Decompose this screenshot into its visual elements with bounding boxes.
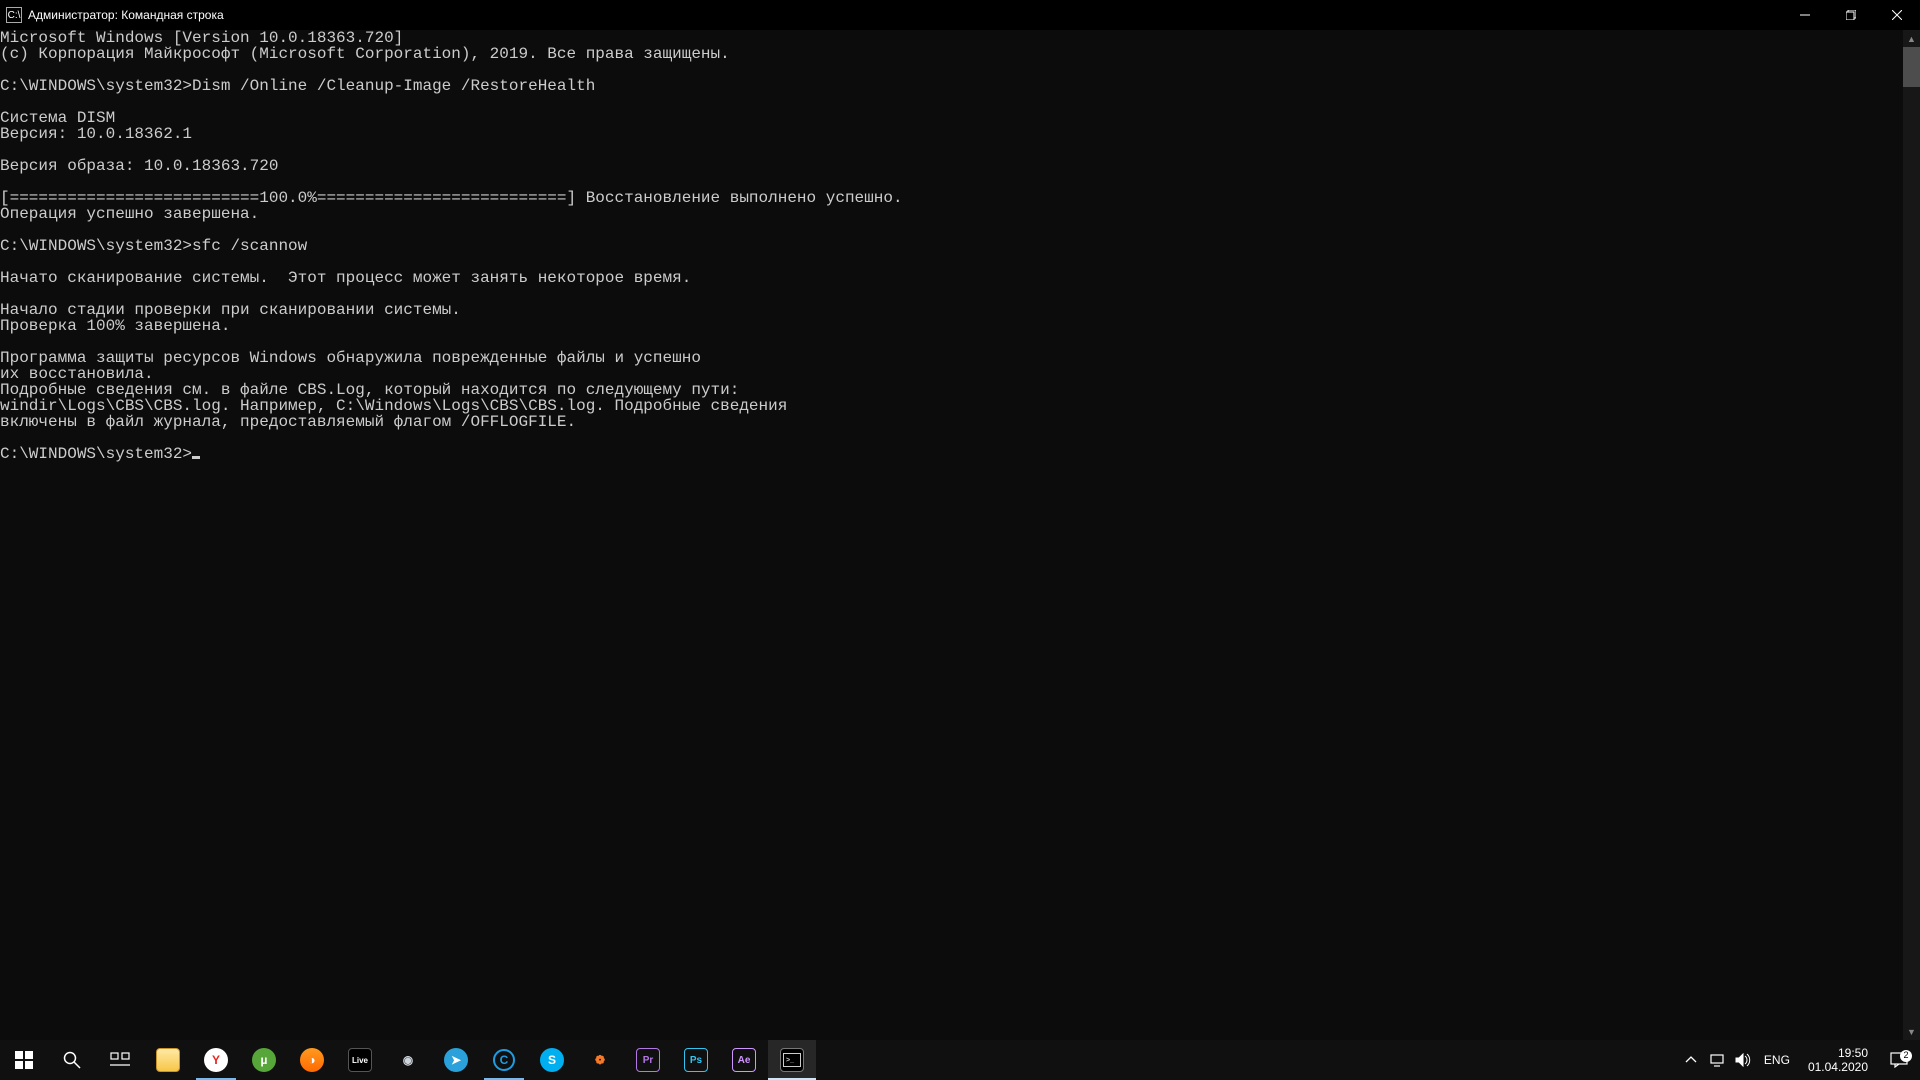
tray-language-button[interactable]: ENG: [1760, 1053, 1794, 1067]
taskbar-utorrent[interactable]: µ: [240, 1040, 288, 1080]
taskbar-skype[interactable]: S: [528, 1040, 576, 1080]
task-view-icon: [110, 1052, 130, 1068]
steam-icon: ◉: [396, 1048, 420, 1072]
taskbar-cmd[interactable]: >_: [768, 1040, 816, 1080]
terminal-output[interactable]: Microsoft Windows [Version 10.0.18363.72…: [0, 30, 1920, 1040]
terminal-line: (c) Корпорация Майкрософт (Microsoft Cor…: [0, 46, 1920, 62]
tray-action-center-button[interactable]: 2: [1882, 1052, 1916, 1068]
terminal-line: [==========================100.0%=======…: [0, 190, 1920, 206]
after-effects-icon: Ae: [732, 1048, 756, 1072]
taskbar-yandex-browser[interactable]: Y: [192, 1040, 240, 1080]
taskbar-steam[interactable]: ◉: [384, 1040, 432, 1080]
terminal-line: [0, 174, 1920, 190]
tray-overflow-button[interactable]: [1682, 1040, 1700, 1080]
terminal-line: [0, 334, 1920, 350]
tray-time: 19:50: [1808, 1046, 1868, 1060]
window-titlebar[interactable]: C:\ Администратор: Командная строка: [0, 0, 1920, 30]
scrollbar-up-arrow[interactable]: ▲: [1903, 30, 1920, 47]
terminal-line: их восстановила.: [0, 366, 1920, 382]
tray-volume-button[interactable]: [1734, 1040, 1752, 1080]
daemon-tools-icon: ◑: [300, 1048, 324, 1072]
taskbar-app-circle[interactable]: C: [480, 1040, 528, 1080]
terminal-line: Начато сканирование системы. Этот процес…: [0, 270, 1920, 286]
cmd-icon: >_: [780, 1048, 804, 1072]
terminal-line: [0, 286, 1920, 302]
terminal-line: Проверка 100% завершена.: [0, 318, 1920, 334]
terminal-cursor: [192, 456, 200, 459]
terminal-line: Операция успешно завершена.: [0, 206, 1920, 222]
close-button[interactable]: [1874, 0, 1920, 30]
photoshop-icon: Ps: [684, 1048, 708, 1072]
yandex-icon: Y: [204, 1048, 228, 1072]
taskbar-photoshop[interactable]: Ps: [672, 1040, 720, 1080]
terminal-line: C:\WINDOWS\system32>sfc /scannow: [0, 238, 1920, 254]
task-view-button[interactable]: [96, 1040, 144, 1080]
terminal-line: Версия: 10.0.18362.1: [0, 126, 1920, 142]
terminal-line: [0, 254, 1920, 270]
network-icon: [1709, 1053, 1725, 1067]
blender-icon: ❁: [588, 1048, 612, 1072]
terminal-line: C:\WINDOWS\system32>Dism /Online /Cleanu…: [0, 78, 1920, 94]
cmd-window-icon: C:\: [6, 7, 22, 23]
skype-icon: S: [540, 1048, 564, 1072]
minimize-icon: [1800, 10, 1810, 20]
terminal-line: Cистема DISM: [0, 110, 1920, 126]
tray-clock[interactable]: 19:50 01.04.2020: [1802, 1046, 1874, 1074]
taskbar-blender[interactable]: ❁: [576, 1040, 624, 1080]
terminal-line: [0, 222, 1920, 238]
taskbar-premiere[interactable]: Pr: [624, 1040, 672, 1080]
terminal-line: Microsoft Windows [Version 10.0.18363.72…: [0, 30, 1920, 46]
scrollbar-thumb[interactable]: [1903, 47, 1920, 87]
terminal-line: [0, 142, 1920, 158]
terminal-line: Версия образа: 10.0.18363.720: [0, 158, 1920, 174]
tray-date: 01.04.2020: [1808, 1060, 1868, 1074]
start-button[interactable]: [0, 1040, 48, 1080]
notification-count-badge: 2: [1900, 1050, 1912, 1062]
minimize-button[interactable]: [1782, 0, 1828, 30]
taskbar-daemon-tools[interactable]: ◑: [288, 1040, 336, 1080]
taskbar: Y µ ◑ Live ◉ ➤ C S ❁ Pr Ps Ae >_: [0, 1040, 1920, 1080]
terminal-line: включены в файл журнала, предоставляемый…: [0, 414, 1920, 430]
terminal-prompt-line[interactable]: C:\WINDOWS\system32>: [0, 446, 1920, 462]
terminal-line: [0, 94, 1920, 110]
volume-icon: [1735, 1053, 1751, 1067]
svg-text:>_: >_: [786, 1057, 794, 1064]
scrollbar-down-arrow[interactable]: ▼: [1903, 1023, 1920, 1040]
ableton-icon: Live: [348, 1048, 372, 1072]
maximize-button[interactable]: [1828, 0, 1874, 30]
terminal-line: [0, 430, 1920, 446]
search-button[interactable]: [48, 1040, 96, 1080]
window-title: Администратор: Командная строка: [28, 8, 224, 22]
tray-network-button[interactable]: [1708, 1040, 1726, 1080]
taskbar-after-effects[interactable]: Ae: [720, 1040, 768, 1080]
taskbar-file-explorer[interactable]: [144, 1040, 192, 1080]
file-explorer-icon: [156, 1048, 180, 1072]
circle-app-icon: C: [493, 1049, 515, 1071]
telegram-icon: ➤: [444, 1048, 468, 1072]
restore-icon: [1846, 10, 1856, 20]
terminal-scrollbar[interactable]: ▲ ▼: [1903, 30, 1920, 1040]
windows-logo-icon: [15, 1051, 33, 1069]
taskbar-ableton-live[interactable]: Live: [336, 1040, 384, 1080]
terminal-prompt: C:\WINDOWS\system32>: [0, 445, 192, 463]
terminal-line: Начало стадии проверки при сканировании …: [0, 302, 1920, 318]
utorrent-icon: µ: [252, 1048, 276, 1072]
terminal-line: Подробные сведения см. в файле CBS.Log, …: [0, 382, 1920, 398]
terminal-line: [0, 62, 1920, 78]
close-icon: [1892, 10, 1902, 20]
terminal-line: windir\Logs\CBS\CBS.log. Например, C:\Wi…: [0, 398, 1920, 414]
chevron-up-icon: [1685, 1054, 1697, 1066]
terminal-line: Программа защиты ресурсов Windows обнару…: [0, 350, 1920, 366]
system-tray: ENG 19:50 01.04.2020 2: [1678, 1040, 1920, 1080]
premiere-icon: Pr: [636, 1048, 660, 1072]
search-icon: [63, 1051, 81, 1069]
taskbar-telegram[interactable]: ➤: [432, 1040, 480, 1080]
